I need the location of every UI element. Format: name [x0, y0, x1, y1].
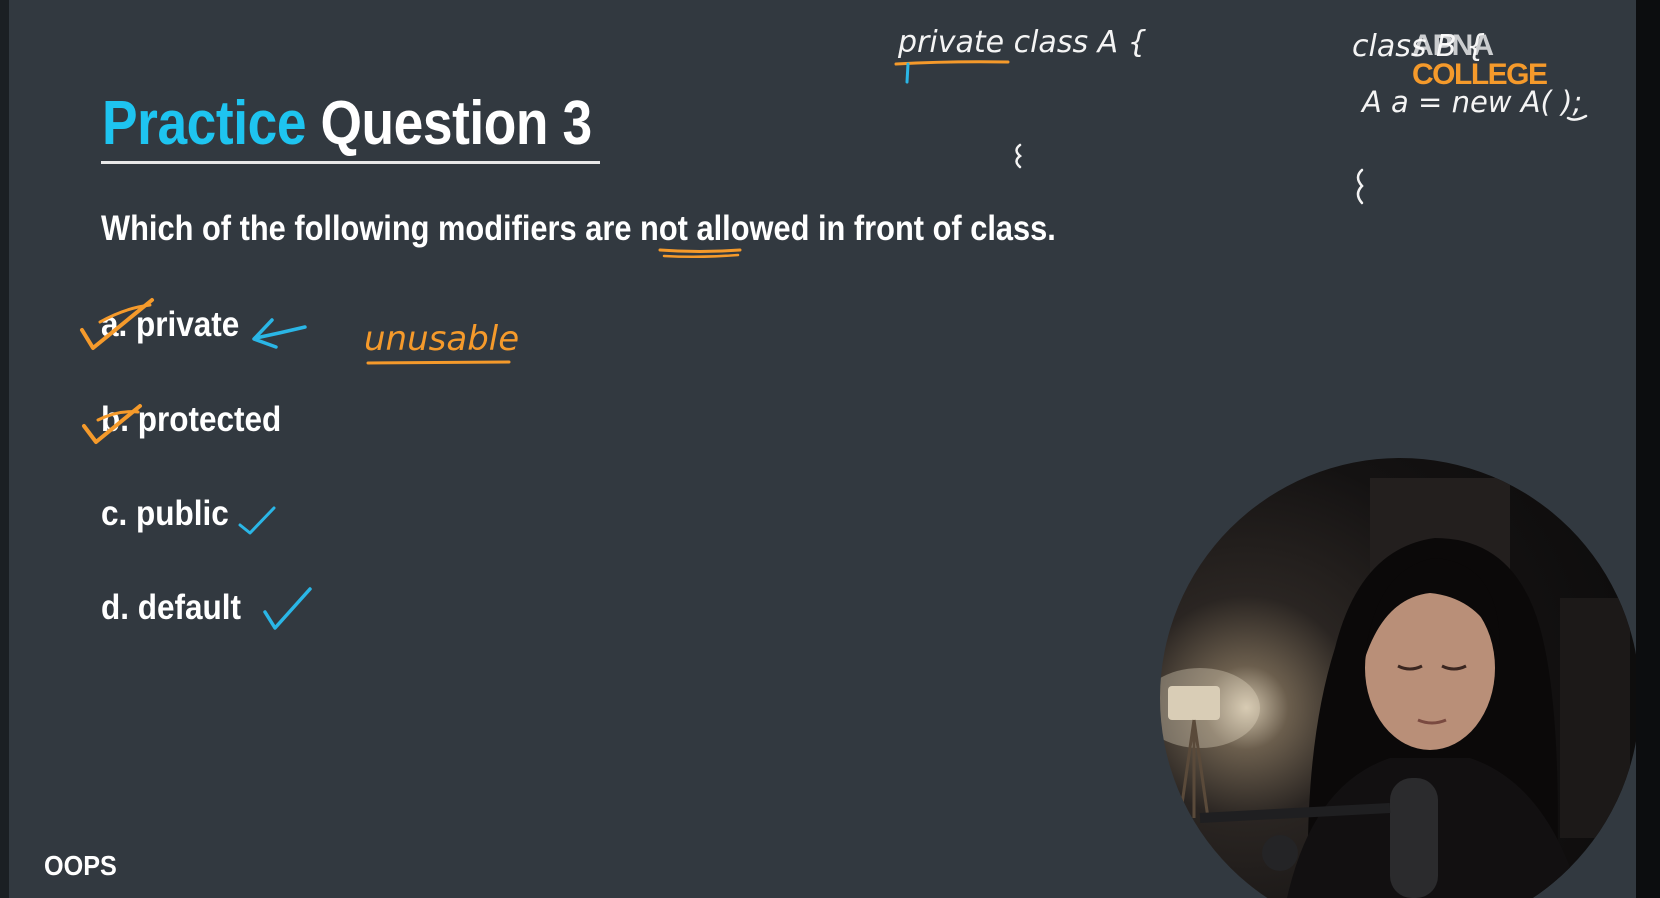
code-private-class: private class A {	[897, 25, 1147, 60]
underline-not-allowed-2	[662, 253, 740, 259]
blue-check-c	[238, 506, 276, 535]
orange-scribble-b	[96, 410, 140, 422]
brand-logo: APNA COLLEGE	[1412, 29, 1548, 91]
brace-close-top	[1015, 143, 1023, 169]
underline-private	[894, 60, 1010, 66]
mic-mount	[1262, 835, 1298, 871]
blue-check-d	[263, 587, 312, 630]
logo-line2: COLLEGE	[1412, 57, 1548, 91]
logo-line1: APNA	[1412, 29, 1494, 62]
microphone	[1390, 778, 1438, 898]
right-edge-strip	[1636, 0, 1660, 898]
lamp-shade	[1168, 686, 1220, 720]
note-unusable: unusable	[364, 319, 519, 359]
private-descender	[905, 62, 910, 84]
underline-not-allowed	[658, 248, 742, 253]
brace-close-right	[1356, 168, 1364, 205]
lecture-slide: Practice Question 3 Which of the followi…	[0, 0, 1660, 898]
note-unusable-underline	[366, 360, 511, 365]
